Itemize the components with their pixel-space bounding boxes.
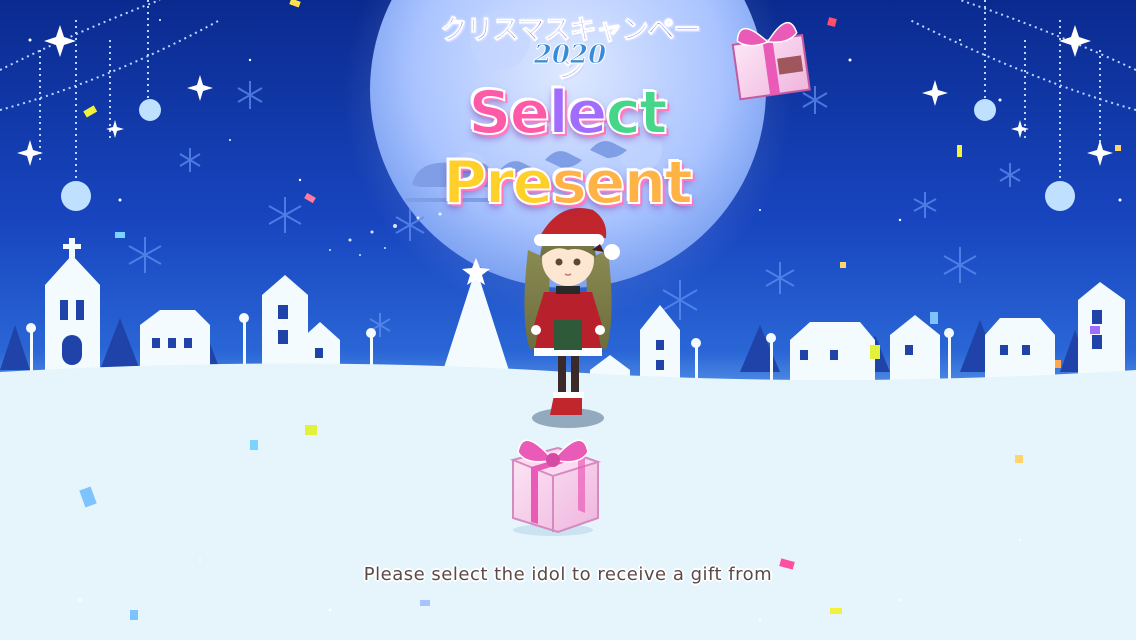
game-screen: クリスマスキャンペーン 2020 Select Present Please s…: [0, 0, 1136, 640]
select-idol-button[interactable]: [520, 195, 620, 425]
main-title-part: ct: [604, 77, 668, 149]
instruction-text: Please select the idol to receive a gift…: [363, 564, 773, 585]
main-title-part: le: [547, 77, 608, 149]
main-title-part: Se: [467, 77, 551, 149]
ornament-icon: [61, 99, 161, 211]
campaign-year: 2020: [533, 40, 607, 71]
present-box[interactable]: [509, 439, 602, 536]
